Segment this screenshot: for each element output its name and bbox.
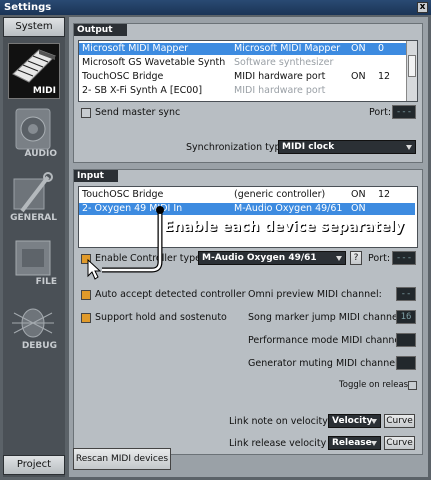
- settings-window: Settings x System MIDI AUDIO GENERAL FIL…: [0, 0, 431, 480]
- folder-icon: [15, 240, 51, 276]
- project-button[interactable]: Project: [3, 455, 65, 475]
- controller-type-label: Controller type:: [130, 253, 205, 264]
- link-note-dropdown[interactable]: Velocity: [328, 414, 381, 428]
- tab-debug[interactable]: DEBUG: [8, 297, 60, 353]
- callout-text: Enable each device separately: [164, 219, 405, 235]
- close-icon[interactable]: x: [417, 2, 428, 13]
- performance-channel-display[interactable]: [396, 333, 416, 347]
- song-marker-label: Song marker jump MIDI channel:: [248, 312, 404, 323]
- sync-type-dropdown[interactable]: MIDI clock: [278, 140, 416, 154]
- sidebar: System MIDI AUDIO GENERAL FILE DEBUG Pro…: [3, 17, 65, 477]
- link-note-label: Link note on velocity to:: [229, 416, 344, 427]
- tab-midi[interactable]: MIDI: [8, 43, 60, 99]
- send-master-sync-label: Send master sync: [95, 107, 181, 118]
- tools-icon: [13, 172, 53, 213]
- output-row[interactable]: Microsoft MIDI Mapper Microsoft MIDI Map…: [79, 43, 407, 55]
- curve-button-note[interactable]: Curve: [384, 414, 415, 428]
- chevron-down-icon: [406, 145, 412, 150]
- tab-file[interactable]: FILE: [8, 233, 60, 289]
- input-port-display[interactable]: ---: [392, 251, 416, 265]
- output-port-label: Port:: [369, 107, 392, 118]
- controller-type-dropdown[interactable]: M-Audio Oxygen 49/61: [198, 251, 346, 265]
- output-port-display[interactable]: ---: [392, 105, 416, 119]
- scroll-thumb[interactable]: [408, 55, 416, 77]
- song-marker-channel-display[interactable]: 16: [396, 310, 416, 324]
- rescan-midi-devices-button[interactable]: Rescan MIDI devices: [73, 448, 171, 470]
- input-device-list[interactable]: TouchOSC Bridge (generic controller) ON …: [78, 186, 418, 248]
- tab-label-midi: MIDI: [32, 86, 56, 96]
- tab-label-general: GENERAL: [10, 213, 57, 223]
- chevron-down-icon: [336, 256, 342, 261]
- output-title: Output: [74, 24, 127, 36]
- enable-label: Enable: [95, 253, 128, 264]
- omni-channel-display[interactable]: --: [396, 287, 416, 301]
- chevron-down-icon: [371, 441, 377, 446]
- title-bar[interactable]: Settings x: [0, 0, 431, 15]
- toggle-release-checkbox[interactable]: [408, 381, 417, 390]
- tab-label-file: FILE: [35, 277, 57, 287]
- sync-type-label: Synchronization type:: [186, 142, 290, 153]
- window-title: Settings: [4, 2, 52, 13]
- input-title: Input: [74, 170, 118, 182]
- tab-general[interactable]: GENERAL: [8, 169, 60, 225]
- tab-audio[interactable]: AUDIO: [8, 105, 60, 161]
- output-row[interactable]: TouchOSC Bridge MIDI hardware port ON 12: [79, 71, 407, 83]
- input-row[interactable]: 2- Oxygen 49 MIDI In M-Audio Oxygen 49/6…: [79, 203, 415, 215]
- bug-icon: [12, 308, 54, 338]
- output-scrollbar[interactable]: [406, 41, 417, 101]
- enable-checkbox[interactable]: [81, 254, 91, 264]
- auto-accept-label: Auto accept detected controller: [95, 289, 246, 300]
- support-hold-label: Support hold and sostenuto: [95, 312, 227, 323]
- help-button[interactable]: ?: [350, 251, 362, 265]
- omni-label: Omni preview MIDI channel:: [248, 289, 382, 300]
- speaker-icon: [15, 108, 51, 150]
- tab-label-audio: AUDIO: [24, 149, 57, 159]
- output-row[interactable]: 2- SB X-Fi Synth A [EC00] MIDI hardware …: [79, 85, 407, 97]
- main-area: Output Microsoft MIDI Mapper Microsoft M…: [69, 17, 428, 477]
- input-panel: Input TouchOSC Bridge (generic controlle…: [73, 169, 423, 455]
- send-master-sync-checkbox[interactable]: [81, 108, 91, 118]
- output-device-list[interactable]: Microsoft MIDI Mapper Microsoft MIDI Map…: [78, 40, 418, 102]
- link-release-dropdown[interactable]: Release: [328, 436, 381, 450]
- input-port-label: Port:: [368, 253, 391, 264]
- support-hold-checkbox[interactable]: [81, 313, 91, 323]
- performance-label: Performance mode MIDI channel:: [248, 335, 407, 346]
- piano-keys-icon: [12, 49, 56, 83]
- link-release-label: Link release velocity to:: [229, 438, 343, 449]
- generator-label: Generator muting MIDI channel:: [248, 358, 401, 369]
- toggle-release-label: Toggle on release: [339, 380, 414, 390]
- system-button[interactable]: System: [3, 17, 65, 37]
- output-row[interactable]: Microsoft GS Wavetable Synth Software sy…: [79, 57, 407, 69]
- auto-accept-checkbox[interactable]: [81, 290, 91, 300]
- chevron-down-icon: [371, 419, 377, 424]
- output-panel: Output Microsoft MIDI Mapper Microsoft M…: [73, 23, 423, 163]
- tab-label-debug: DEBUG: [21, 341, 57, 351]
- curve-button-release[interactable]: Curve: [384, 436, 415, 450]
- generator-channel-display[interactable]: [396, 356, 416, 370]
- input-row[interactable]: TouchOSC Bridge (generic controller) ON …: [79, 189, 415, 201]
